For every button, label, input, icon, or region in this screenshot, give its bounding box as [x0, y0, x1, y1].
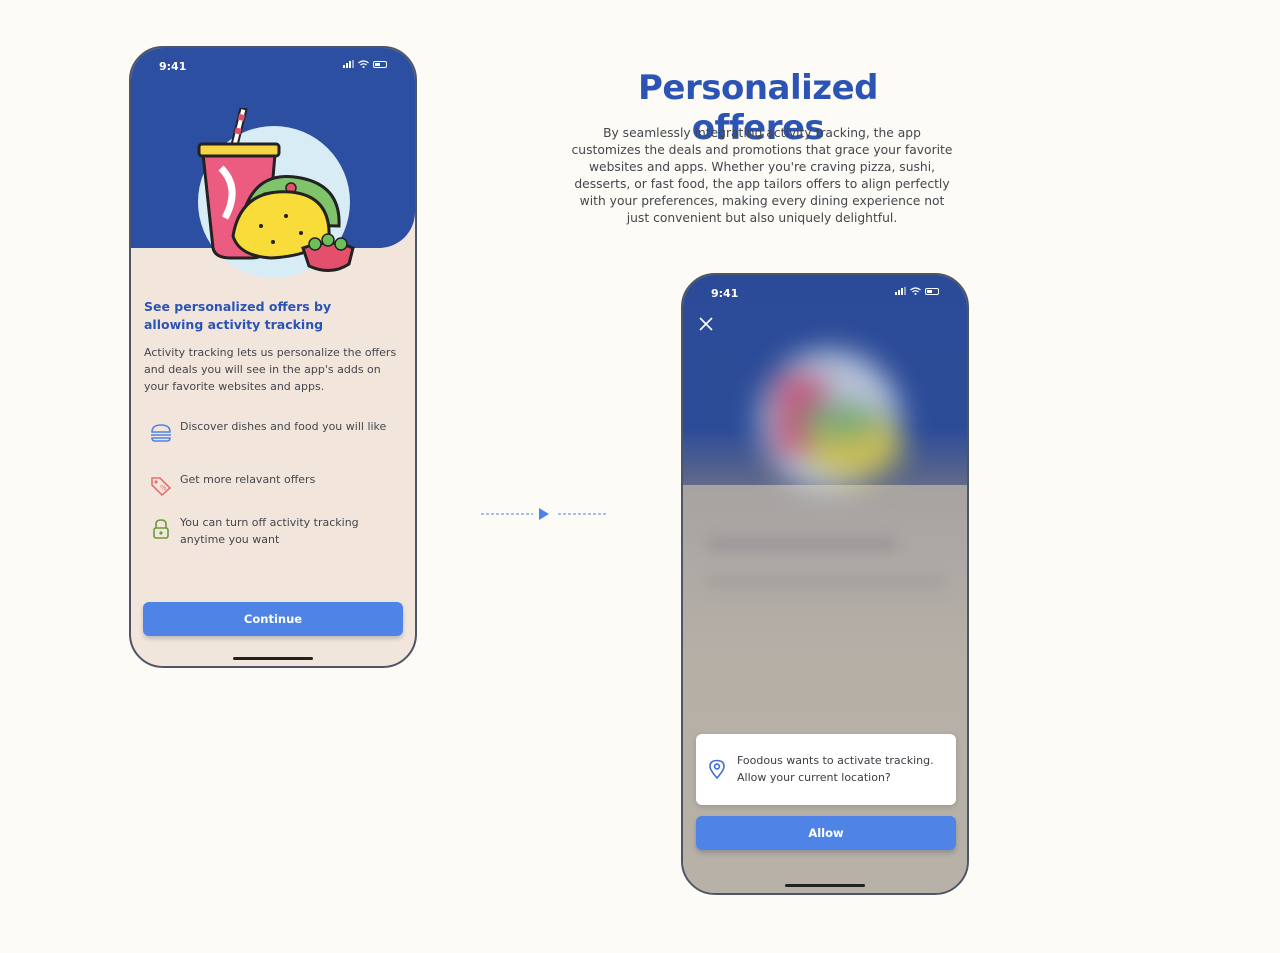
feature-text: Discover dishes and food you will like	[180, 420, 387, 433]
status-icons	[343, 60, 387, 68]
status-icons	[895, 287, 939, 295]
lock-icon	[144, 514, 180, 544]
status-time: 9:41	[159, 60, 187, 73]
home-indicator	[785, 884, 865, 887]
status-time: 9:41	[711, 287, 739, 300]
feature-item-offers: % Get more relavant offers	[144, 471, 394, 501]
permission-dialog: Foodous wants to activate tracking. Allo…	[696, 734, 956, 805]
feature-text: You can turn off activity tracking anyti…	[180, 516, 359, 546]
permission-text: Foodous wants to activate tracking. Allo…	[737, 754, 934, 784]
onboarding-description: Activity tracking lets us personalize th…	[144, 346, 397, 393]
location-pin-icon	[709, 759, 725, 779]
feature-item-discover: Discover dishes and food you will like	[144, 418, 394, 448]
continue-button[interactable]: Continue	[143, 602, 403, 636]
phone-onboarding-screen: 9:41 See personalized offers by allowing…	[129, 46, 417, 668]
intro-paragraph: By seamlessly integrating activity track…	[571, 126, 953, 225]
wifi-icon	[358, 60, 369, 68]
feature-text: Get more relavant offers	[180, 473, 316, 486]
phone-permission-screen: 9:41 Foodous wants to activate tracking.…	[681, 273, 969, 895]
battery-icon	[925, 287, 939, 295]
battery-icon	[373, 60, 387, 68]
blurred-illustration-icon	[760, 350, 903, 490]
flow-arrow-icon	[481, 508, 607, 520]
signal-icon	[343, 60, 354, 68]
wifi-icon	[910, 287, 921, 295]
onboarding-title: See personalized offers by allowing acti…	[144, 299, 332, 332]
home-indicator	[233, 657, 313, 660]
feature-item-turn-off: You can turn off activity tracking anyti…	[144, 514, 394, 548]
close-icon[interactable]	[697, 315, 715, 333]
price-tag-icon: %	[144, 471, 180, 501]
allow-button[interactable]: Allow	[696, 816, 956, 850]
svg-text:%: %	[160, 484, 167, 492]
burger-icon	[144, 418, 180, 448]
status-bar: 9:41	[131, 48, 415, 88]
signal-icon	[895, 287, 906, 295]
food-illustration-icon	[197, 108, 355, 272]
status-bar: 9:41	[683, 275, 967, 315]
